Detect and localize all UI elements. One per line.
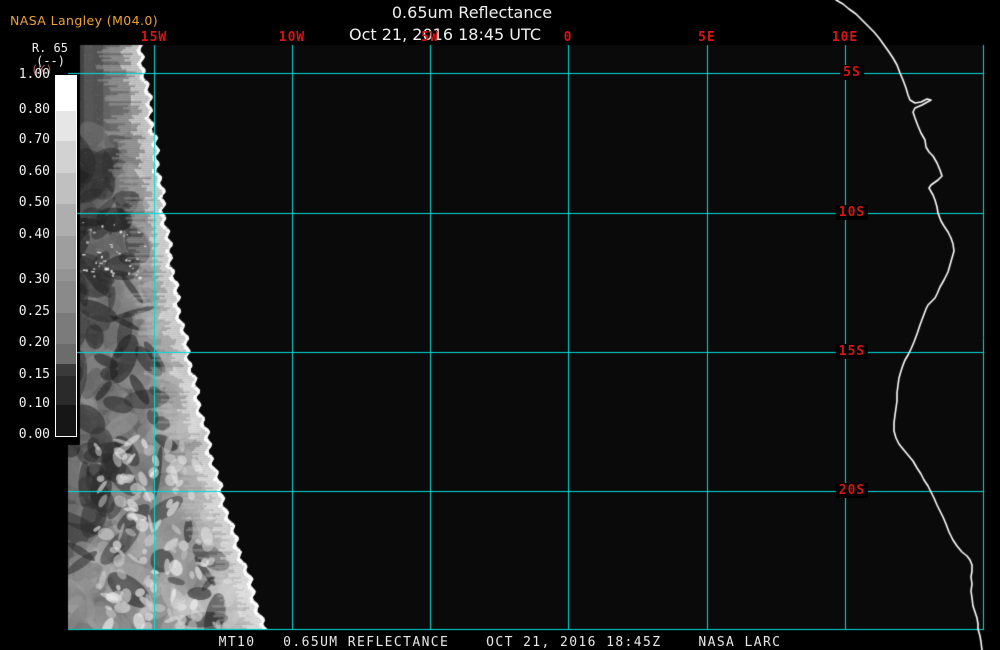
colorbar-segment — [56, 364, 76, 376]
colorbar-segment — [56, 376, 76, 405]
longitude-label-5e: 5E — [698, 30, 716, 45]
colorbar-segment — [56, 111, 76, 141]
colorbar-segment — [56, 76, 76, 111]
brand-label: NASA Langley (M04.0) — [10, 13, 158, 28]
colorbar-tick-label: 0.20 — [18, 335, 50, 350]
colorbar-segment — [56, 236, 76, 269]
colorbar-tick-label: 0.70 — [18, 132, 50, 147]
product-timestamp: Oct 21, 2016 18:45 UTC — [349, 25, 541, 44]
colorbar-segment — [56, 405, 76, 436]
longitude-label-15w: 15W — [140, 30, 168, 45]
product-title: 0.65um Reflectance — [391, 3, 553, 22]
colorbar-tick-label: 0.30 — [18, 272, 50, 287]
colorbar-variable-label: R. 65 — [31, 41, 68, 55]
colorbar-tick-label: 0.50 — [18, 195, 50, 210]
longitude-label-10e: 10E — [831, 30, 859, 45]
latitude-label-10s: 10S — [835, 205, 869, 220]
colorbar-segment — [56, 141, 76, 173]
colorbar-tick-label: 0.60 — [18, 164, 50, 179]
longitude-label-0: 0 — [563, 30, 573, 45]
longitude-label-10w: 10W — [278, 30, 306, 45]
footer-caption: MT10 0.65UM REFLECTANCE OCT 21, 2016 18:… — [218, 635, 782, 650]
latitude-label-20s: 20S — [835, 483, 869, 498]
colorbar-segment — [56, 313, 76, 344]
colorbar-segment — [56, 204, 76, 236]
colorbar-tick-label: 0.80 — [18, 102, 50, 117]
colorbar-segment — [56, 281, 76, 313]
colorbar-tick-label: 1.00 — [18, 67, 50, 82]
latitude-label-5s: 5S — [840, 65, 864, 80]
colorbar-segment — [56, 269, 76, 281]
colorbar-tick-label: 0.00 — [18, 427, 50, 442]
longitude-label-5w: 5W — [421, 30, 439, 45]
colorbar-tick-label: 0.10 — [18, 396, 50, 411]
colorbar-segment — [56, 344, 76, 364]
colorbar-tick-label: 0.15 — [18, 367, 50, 382]
latitude-label-15s: 15S — [835, 344, 869, 359]
satellite-viewer: NASA Langley (M04.0) 0.65um Reflectance … — [0, 0, 1000, 650]
colorbar-segment — [56, 173, 76, 204]
colorbar — [55, 75, 77, 437]
colorbar-tick-label: 0.25 — [18, 304, 50, 319]
colorbar-tick-label: 0.40 — [18, 227, 50, 242]
satellite-map-canvas — [0, 0, 1000, 650]
